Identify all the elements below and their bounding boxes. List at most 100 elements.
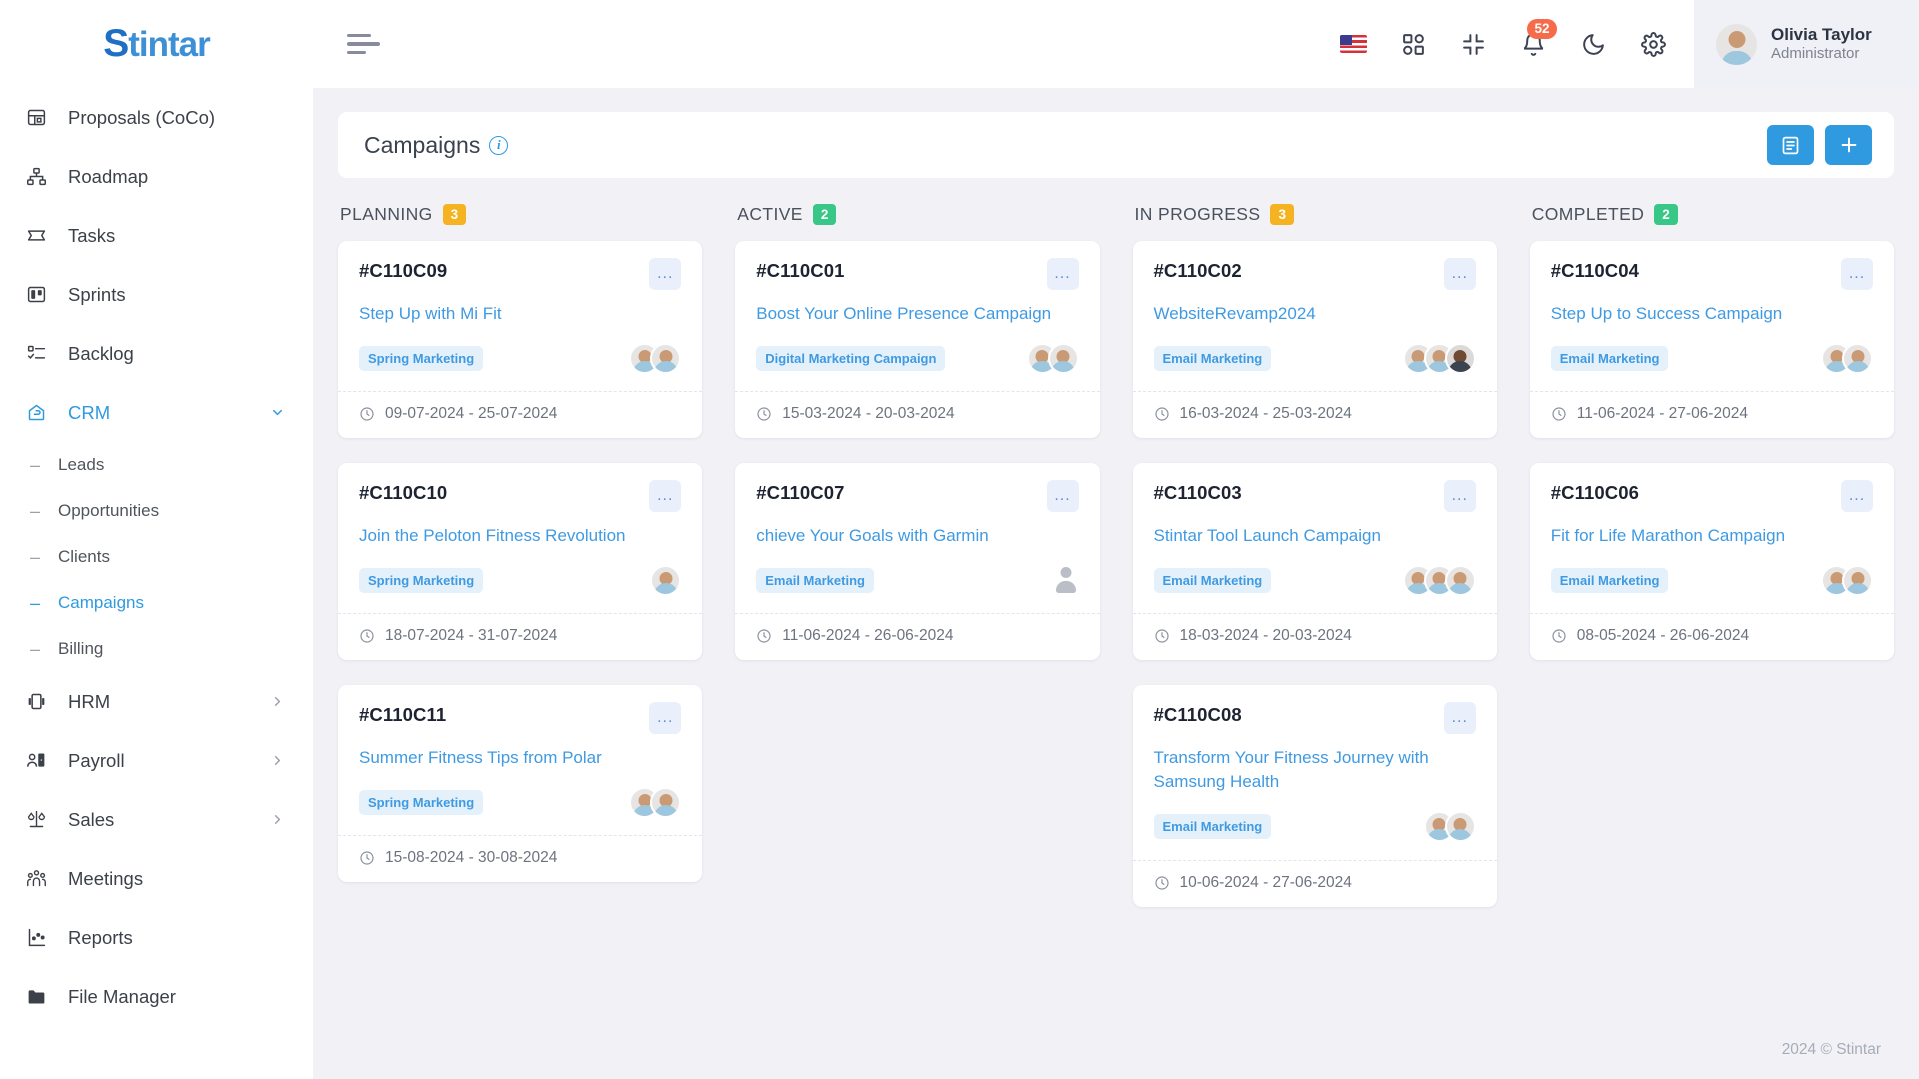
card-id: #C110C11 <box>359 704 447 726</box>
card-title-link[interactable]: Boost Your Online Presence Campaign <box>756 302 1078 326</box>
avatar[interactable] <box>1842 564 1873 596</box>
campaign-card[interactable]: #C110C09... Step Up with Mi Fit Spring Mar… <box>338 241 703 439</box>
avatar[interactable] <box>650 786 682 818</box>
card-header: #C110C08... <box>1154 702 1476 735</box>
card-title-link[interactable]: Transform Your Fitness Journey with Sams… <box>1154 746 1476 794</box>
campaign-card[interactable]: #C110C07... chieve Your Goals with Garmin… <box>735 463 1100 661</box>
sidebar-item-proposals-coco[interactable]: Proposals (CoCo) <box>0 88 313 147</box>
sidebar-item-label: Reports <box>68 926 133 948</box>
card-menu-button[interactable]: ... <box>649 258 682 290</box>
card-menu-button[interactable]: ... <box>1443 480 1476 513</box>
sidebar-subitem-clients[interactable]: – Clients <box>0 534 313 580</box>
card-title-link[interactable]: Step Up to Success Campaign <box>1551 302 1873 326</box>
apps-grid-icon[interactable] <box>1398 29 1428 59</box>
campaign-card[interactable]: #C110C03... Stintar Tool Launch Campaign E… <box>1132 463 1497 661</box>
card-date-range: 16-03-2024 - 25-03-2024 <box>1179 405 1352 423</box>
brand-logo[interactable]: Stintar <box>0 0 313 88</box>
card-menu-button[interactable]: ... <box>1046 480 1079 513</box>
clock-icon <box>1154 628 1170 644</box>
campaign-card[interactable]: #C110C08... Transform Your Fitness Journe… <box>1132 685 1497 907</box>
list-view-button[interactable] <box>1767 125 1814 165</box>
sidebar-item-backlog[interactable]: Backlog <box>0 324 313 383</box>
card-footer: 18-07-2024 - 31-07-2024 <box>338 613 703 660</box>
sidebar-item-payroll[interactable]: Payroll <box>0 731 313 790</box>
card-menu-button[interactable]: ... <box>649 480 682 513</box>
sidebar-item-roadmap[interactable]: Roadmap <box>0 147 313 206</box>
sidebar-item-tasks[interactable]: Tasks <box>0 206 313 265</box>
sidebar-item-sales[interactable]: Sales <box>0 790 313 849</box>
sidebar-item-sprints[interactable]: Sprints <box>0 265 313 324</box>
card-title-link[interactable]: Summer Fitness Tips from Polar <box>359 746 681 770</box>
card-footer: 09-07-2024 - 25-07-2024 <box>338 391 703 438</box>
dark-mode-icon[interactable] <box>1578 29 1608 59</box>
notifications-bell-icon[interactable]: 52 <box>1518 19 1557 59</box>
card-title-link[interactable]: chieve Your Goals with Garmin <box>756 524 1078 548</box>
sidebar-item-label: Roadmap <box>68 165 149 187</box>
card-menu-button[interactable]: ... <box>1046 258 1079 290</box>
profile-name: Olivia Taylor <box>1771 25 1872 44</box>
avatar[interactable] <box>1444 342 1476 374</box>
campaign-card[interactable]: #C110C06... Fit for Life Marathon Campaig… <box>1529 463 1894 661</box>
sidebar-item-label: Proposals (CoCo) <box>68 106 216 128</box>
card-header: #C110C03... <box>1154 480 1476 513</box>
card-footer: 11-06-2024 - 26-06-2024 <box>735 613 1100 660</box>
avatar[interactable] <box>650 342 682 374</box>
card-title-link[interactable]: Fit for Life Marathon Campaign <box>1551 524 1873 548</box>
dash-icon: – <box>30 592 41 613</box>
card-header: #C110C04... <box>1550 258 1873 290</box>
card-menu-button[interactable]: ... <box>1443 702 1476 735</box>
sidebar-item-reports[interactable]: Reports <box>0 908 313 967</box>
card-id: #C110C04 <box>1550 260 1639 281</box>
campaign-card[interactable]: #C110C01... Boost Your Online Presence Ca… <box>735 241 1100 439</box>
card-meta: Spring Marketing <box>359 341 682 375</box>
avatar <box>1716 23 1757 65</box>
avatar[interactable] <box>1047 342 1079 374</box>
card-menu-button[interactable]: ... <box>1841 258 1873 290</box>
info-icon[interactable]: i <box>489 135 509 155</box>
tasks-icon <box>26 225 52 247</box>
sidebar-subitem-campaigns[interactable]: – Campaigns <box>0 580 313 626</box>
card-body: #C110C03... Stintar Tool Launch Campaign E… <box>1133 463 1497 613</box>
campaign-card[interactable]: #C110C10... Join the Peloton Fitness Revo… <box>338 463 703 661</box>
card-title-link[interactable]: WebsiteRevamp2024 <box>1154 302 1476 326</box>
card-tag: Email Marketing <box>756 567 874 593</box>
card-menu-button[interactable]: ... <box>1443 258 1476 290</box>
card-menu-button[interactable]: ... <box>649 702 682 735</box>
card-tag: Email Marketing <box>1153 345 1272 371</box>
column-header: PLANNING 3 <box>338 204 702 225</box>
avatar[interactable] <box>1444 564 1476 596</box>
card-title-link[interactable]: Stintar Tool Launch Campaign <box>1154 524 1476 548</box>
campaign-card[interactable]: #C110C11... Summer Fitness Tips from Pola… <box>338 685 703 883</box>
settings-gear-icon[interactable] <box>1638 29 1668 59</box>
card-title-link[interactable]: Step Up with Mi Fit <box>359 302 681 326</box>
add-campaign-button[interactable] <box>1825 125 1872 165</box>
sidebar-subitem-opportunities[interactable]: – Opportunities <box>0 488 313 534</box>
avatar[interactable] <box>650 564 682 596</box>
sidebar-subitem-billing[interactable]: – Billing <box>0 626 313 672</box>
fullscreen-exit-icon[interactable] <box>1458 29 1488 59</box>
column-header: COMPLETED 2 <box>1530 204 1894 225</box>
sidebar-item-file-manager[interactable]: File Manager <box>0 967 313 1026</box>
card-menu-button[interactable]: ... <box>1841 480 1873 513</box>
clock-icon <box>756 628 772 644</box>
menu-toggle-icon[interactable] <box>347 30 381 58</box>
card-tag: Spring Marketing <box>359 789 484 815</box>
sidebar-item-meetings[interactable]: Meetings <box>0 849 313 908</box>
sidebar-subitem-label: Leads <box>58 455 105 474</box>
user-profile-menu[interactable]: Olivia Taylor Administrator <box>1694 0 1919 88</box>
sidebar-subitem-leads[interactable]: – Leads <box>0 442 313 488</box>
language-flag-icon[interactable] <box>1338 29 1368 59</box>
card-date-range: 10-06-2024 - 27-06-2024 <box>1179 873 1352 891</box>
campaign-card[interactable]: #C110C04... Step Up to Success Campaign Em… <box>1529 241 1894 439</box>
sidebar-item-crm[interactable]: CRM <box>0 383 313 442</box>
avatar[interactable] <box>1842 342 1873 374</box>
sidebar-item-hrm[interactable]: HRM <box>0 672 313 731</box>
sidebar-nav: Proposals (CoCo) Roadmap Tasks Sprints Backl… <box>0 88 313 1026</box>
avatar[interactable] <box>1444 811 1476 842</box>
card-title-link[interactable]: Join the Peloton Fitness Revolution <box>359 524 681 548</box>
chevron-right-icon <box>270 753 285 768</box>
campaign-card[interactable]: #C110C02... WebsiteRevamp2024 Email Market… <box>1132 241 1497 439</box>
card-footer: 15-03-2024 - 20-03-2024 <box>735 391 1100 438</box>
page-header-card: Campaigns i <box>338 112 1894 178</box>
column-count-badge: 2 <box>1654 204 1678 225</box>
